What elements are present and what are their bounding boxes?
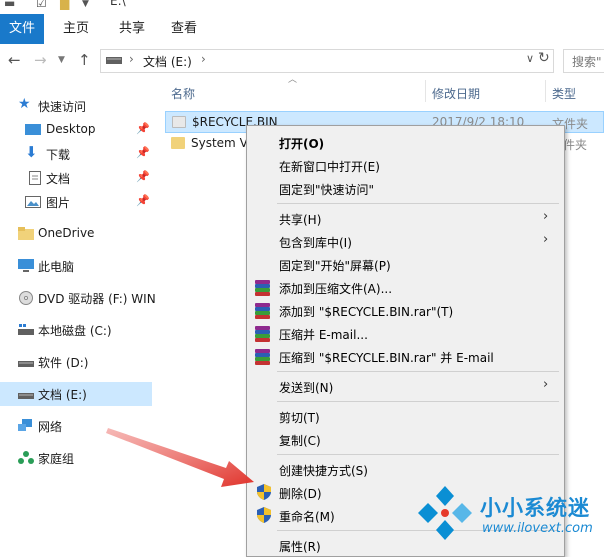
winrar-icon [255, 302, 271, 319]
chevron-down-icon[interactable]: ▼ [82, 0, 89, 9]
menu-separator [277, 203, 559, 204]
network-icon [18, 419, 32, 431]
menu-item-send-to[interactable]: 发送到(N) › [247, 375, 564, 398]
forward-arrow-icon[interactable]: → [34, 51, 47, 69]
menu-item-pin-quick-access[interactable]: 固定到"快速访问" [247, 177, 564, 200]
search-input[interactable]: 搜索" [563, 49, 604, 73]
folder-icon [18, 227, 34, 240]
column-header-type[interactable]: 类型 [552, 85, 576, 107]
column-header-name[interactable]: 名称 [171, 85, 195, 107]
menu-item-open[interactable]: 打开(O) [247, 131, 564, 154]
winrar-icon [255, 325, 271, 342]
menu-item-pin-start[interactable]: 固定到"开始"屏幕(P) [247, 253, 564, 276]
quick-access-toolbar-icon[interactable]: ▬ [4, 0, 15, 10]
tab-home[interactable]: 主页 [52, 14, 100, 44]
nav-item-this-pc[interactable]: 此电脑 [0, 254, 152, 278]
pin-icon[interactable]: 📌 [136, 170, 150, 183]
window-title: E:\ [110, 0, 126, 8]
menu-item-share[interactable]: 共享(H) › [247, 207, 564, 230]
search-placeholder: 搜索" [572, 55, 602, 69]
column-header-date[interactable]: 修改日期 [432, 85, 480, 107]
drive-icon [18, 361, 34, 367]
folder-icon [171, 137, 185, 149]
ribbon-tabs: 文件 主页 共享 查看 [0, 14, 604, 45]
menu-separator [277, 371, 559, 372]
recent-locations-chevron-icon[interactable]: ▼ [58, 55, 65, 65]
column-divider[interactable] [545, 80, 546, 102]
star-icon: ★ [18, 96, 31, 112]
shield-icon [257, 507, 271, 523]
new-folder-icon[interactable]: ▆ [60, 0, 69, 10]
menu-separator [277, 401, 559, 402]
title-bar: ▬ ☑ ▆ ▼ E:\ [0, 0, 604, 14]
sort-arrow-icon[interactable]: ︿ [288, 72, 297, 85]
picture-icon [25, 196, 41, 208]
tab-file[interactable]: 文件 [0, 14, 44, 44]
menu-item-compress-email[interactable]: 压缩并 E-mail... [247, 322, 564, 345]
menu-item-include-in-library[interactable]: 包含到库中(I) › [247, 230, 564, 253]
breadcrumb-drive-e[interactable]: 文档 (E:) [143, 53, 192, 70]
menu-item-add-to-archive[interactable]: 添加到压缩文件(A)... [247, 276, 564, 299]
windows-diamond-logo-icon [418, 486, 472, 540]
drive-icon [18, 393, 34, 399]
chevron-right-icon: › [543, 232, 549, 247]
pin-icon[interactable]: 📌 [136, 122, 150, 135]
nav-item-dvd-drive[interactable]: DVD 驱动器 (F:) WIN [0, 286, 156, 310]
address-bar-row: ← → ▼ ↑ › 文档 (E:) › ∨ ↻ 搜索" [0, 44, 604, 77]
nav-item-desktop[interactable]: Desktop 📌 [0, 118, 152, 142]
menu-item-add-to-rar[interactable]: 添加到 "$RECYCLE.BIN.rar"(T) [247, 299, 564, 322]
menu-separator [277, 454, 559, 455]
navigation-pane: ★ 快速访问 Desktop 📌 ⬇ 下载 📌 文档 📌 图片 📌 OneDri… [0, 77, 156, 545]
breadcrumb-separator-icon[interactable]: › [129, 52, 134, 66]
winrar-icon [255, 348, 271, 365]
dvd-icon [19, 291, 33, 305]
pin-icon[interactable]: 📌 [136, 146, 150, 159]
tab-share[interactable]: 共享 [108, 14, 156, 44]
address-bar[interactable]: › 文档 (E:) › ∨ ↻ [100, 49, 554, 73]
nav-item-quick-access[interactable]: ★ 快速访问 [0, 94, 152, 118]
nav-item-network[interactable]: 网络 [0, 414, 152, 438]
watermark-text: 小小系统迷 [480, 496, 590, 520]
properties-checkbox-icon[interactable]: ☑ [36, 0, 47, 10]
homegroup-icon [18, 451, 34, 464]
address-dropdown-icon[interactable]: ∨ [526, 52, 534, 65]
pin-icon[interactable]: 📌 [136, 194, 150, 207]
nav-item-drive-e[interactable]: 文档 (E:) [0, 382, 152, 406]
drive-icon [106, 57, 122, 64]
column-divider[interactable] [425, 80, 426, 102]
shield-icon [257, 484, 271, 500]
breadcrumb-separator-icon[interactable]: › [201, 52, 206, 66]
nav-item-downloads[interactable]: ⬇ 下载 📌 [0, 142, 152, 166]
chevron-right-icon: › [543, 209, 549, 224]
refresh-icon[interactable]: ↻ [538, 50, 550, 66]
nav-item-drive-d[interactable]: 软件 (D:) [0, 350, 152, 374]
nav-item-pictures[interactable]: 图片 📌 [0, 190, 152, 214]
download-arrow-icon: ⬇ [25, 143, 38, 161]
menu-item-create-shortcut[interactable]: 创建快捷方式(S) [247, 458, 564, 481]
tab-view[interactable]: 查看 [160, 14, 208, 44]
desktop-icon [25, 124, 41, 135]
up-arrow-icon[interactable]: ↑ [78, 51, 91, 69]
watermark-url: www.ilovext.com [482, 521, 593, 536]
computer-icon [18, 259, 34, 272]
menu-item-cut[interactable]: 剪切(T) [247, 405, 564, 428]
chevron-right-icon: › [543, 377, 549, 392]
menu-item-compress-rar-email[interactable]: 压缩到 "$RECYCLE.BIN.rar" 并 E-mail [247, 345, 564, 368]
menu-item-copy[interactable]: 复制(C) [247, 428, 564, 451]
back-arrow-icon[interactable]: ← [8, 51, 21, 69]
nav-item-drive-c[interactable]: 本地磁盘 (C:) [0, 318, 152, 342]
drive-icon [18, 324, 34, 335]
winrar-icon [255, 279, 271, 296]
document-icon [29, 171, 41, 185]
nav-item-onedrive[interactable]: OneDrive [0, 222, 152, 246]
nav-item-homegroup[interactable]: 家庭组 [0, 446, 152, 470]
watermark: 小小系统迷 www.ilovext.com [414, 484, 604, 545]
folder-icon [172, 116, 186, 128]
menu-item-open-new-window[interactable]: 在新窗口中打开(E) [247, 154, 564, 177]
nav-item-documents[interactable]: 文档 📌 [0, 166, 152, 190]
